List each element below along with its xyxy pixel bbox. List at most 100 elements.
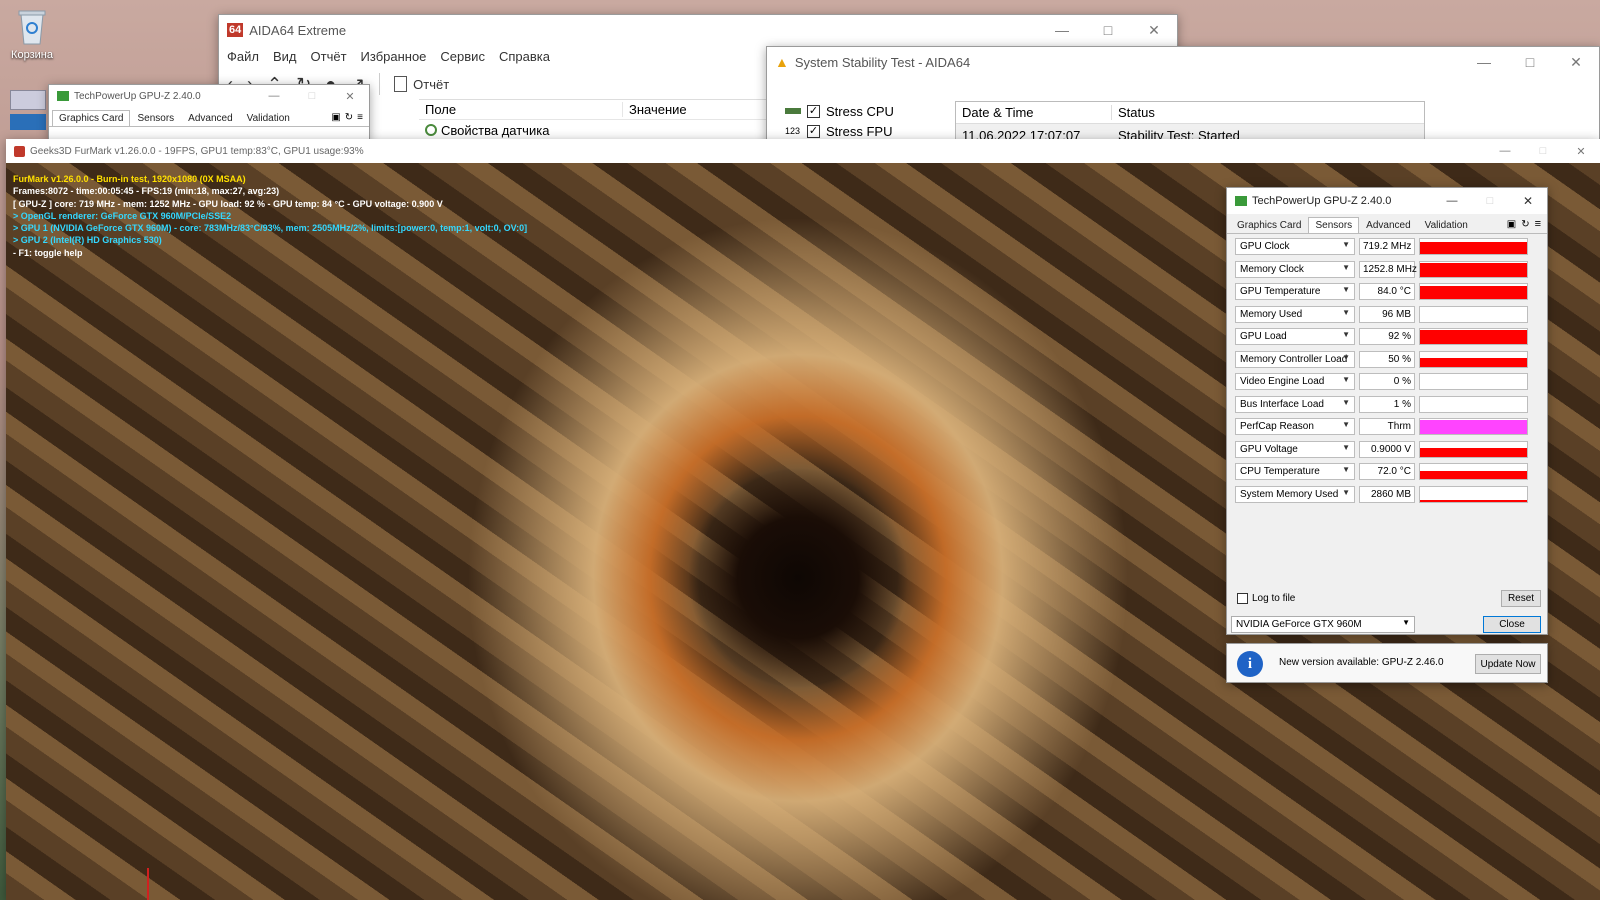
document-icon [394, 76, 408, 92]
sensor-name-select[interactable]: Video Engine Load ▼ [1235, 373, 1355, 390]
minimize-icon[interactable]: — [1433, 188, 1471, 214]
menu-icon[interactable]: ≡ [1535, 218, 1541, 230]
close-icon[interactable]: ✕ [331, 85, 369, 107]
log-to-file-option[interactable]: Log to file [1237, 593, 1295, 604]
sensor-graph-fill [1420, 357, 1527, 367]
tab-advanced[interactable]: Advanced [181, 110, 239, 126]
sensor-graph-fill [1420, 262, 1527, 277]
minimize-icon[interactable]: — [255, 85, 293, 107]
sensor-value: 719.2 MHz [1359, 238, 1415, 255]
sensor-name-select[interactable]: GPU Temperature ▼ [1235, 283, 1355, 300]
gpuz-titlebar[interactable]: TechPowerUp GPU-Z 2.40.0 — □ ✕ [1227, 188, 1547, 214]
reset-button[interactable]: Reset [1501, 590, 1541, 607]
sensor-value: 84.0 °C [1359, 283, 1415, 300]
sensor-icon [425, 124, 437, 136]
menu-favorites[interactable]: Избранное [361, 49, 427, 64]
sensor-name-select[interactable]: System Memory Used ▼ [1235, 485, 1355, 503]
sensor-name-select[interactable]: PerfCap Reason ▼ [1235, 418, 1355, 435]
sensor-name-select[interactable]: GPU Load ▼ [1235, 328, 1355, 345]
sensor-name-select[interactable]: GPU Voltage ▼ [1235, 440, 1355, 458]
menu-view[interactable]: Вид [273, 49, 297, 64]
tab-graphics-card[interactable]: Graphics Card [52, 110, 131, 126]
tab-validation[interactable]: Validation [240, 110, 297, 126]
menu-service[interactable]: Сервис [440, 49, 485, 64]
maximize-icon[interactable]: □ [1471, 188, 1509, 214]
sensor-name-select[interactable]: Memory Controller Load ▼ [1235, 350, 1355, 368]
stress-options: ✓ Stress CPU 123 ✓ Stress FPU [785, 101, 894, 141]
refresh-icon[interactable]: ↻ [1521, 219, 1529, 230]
recycle-bin-icon[interactable]: Корзина [2, 6, 62, 61]
menu-icon[interactable]: ≡ [357, 112, 363, 123]
close-icon[interactable]: ✕ [1509, 188, 1547, 214]
gpuz-tabs: Graphics Card Sensors Advanced Validatio… [1227, 214, 1547, 234]
stress-cpu-checkbox[interactable]: ✓ [807, 104, 820, 118]
sensor-name-select[interactable]: Memory Clock ▼ [1235, 260, 1355, 278]
sensor-name: Bus Interface Load [1240, 398, 1324, 410]
minimize-icon[interactable]: — [1039, 15, 1085, 45]
close-icon[interactable]: ✕ [1553, 47, 1599, 77]
overlay-line-1: FurMark v1.26.0.0 - Burn-in test, 1920x1… [13, 174, 246, 184]
sensor-row: Bus Interface Load ▼ 1 % [1235, 395, 1528, 414]
sensor-value: 0 % [1359, 373, 1415, 390]
overlay-line-7: - F1: toggle help [13, 247, 83, 258]
col-status-header[interactable]: Status [1112, 105, 1155, 120]
col-datetime-header[interactable]: Date & Time [956, 105, 1112, 120]
gpuz-logo-icon [1235, 196, 1247, 206]
sensor-name-select[interactable]: Memory Used ▼ [1235, 305, 1355, 323]
sensor-row: PerfCap Reason ▼ Thrm [1235, 418, 1528, 436]
tab-graphics-card[interactable]: Graphics Card [1230, 217, 1308, 233]
col-field-header[interactable]: Поле [419, 102, 623, 117]
aida64-titlebar[interactable]: 64 AIDA64 Extreme — □ ✕ [219, 15, 1177, 45]
minimize-icon[interactable]: — [1461, 47, 1507, 77]
tab-sensors[interactable]: Sensors [130, 110, 181, 126]
menu-help[interactable]: Справка [499, 49, 550, 64]
furmark-titlebar[interactable]: Geeks3D FurMark v1.26.0.0 - 19FPS, GPU1 … [6, 139, 1600, 163]
sensor-graph [1419, 238, 1528, 255]
gpuz-small-titlebar[interactable]: TechPowerUp GPU-Z 2.40.0 — □ ✕ [49, 85, 369, 107]
sensor-graph [1419, 485, 1528, 503]
stability-titlebar[interactable]: ▲ System Stability Test - AIDA64 — □ ✕ [767, 47, 1599, 77]
desktop-icon-partial-2[interactable] [10, 114, 46, 130]
sensor-name: Video Engine Load [1240, 376, 1325, 387]
desktop-icon-partial[interactable] [10, 90, 46, 110]
maximize-icon[interactable]: □ [1507, 47, 1553, 77]
device-select-value: NVIDIA GeForce GTX 960M [1236, 619, 1362, 630]
sensor-name: Memory Controller Load [1240, 353, 1348, 365]
tab-sensors[interactable]: Sensors [1308, 217, 1360, 233]
trash-icon [18, 10, 46, 45]
close-button[interactable]: Close [1483, 616, 1541, 633]
device-select[interactable]: NVIDIA GeForce GTX 960M ▼ [1231, 616, 1415, 633]
gpuz-title: TechPowerUp GPU-Z 2.40.0 [1252, 195, 1392, 207]
tab-advanced[interactable]: Advanced [1359, 217, 1417, 233]
col-value-header[interactable]: Значение [623, 102, 687, 117]
maximize-icon[interactable]: □ [293, 85, 331, 107]
chevron-down-icon: ▼ [1342, 240, 1350, 249]
sensor-name-select[interactable]: Bus Interface Load ▼ [1235, 395, 1355, 413]
chevron-down-icon: ▼ [1402, 618, 1410, 627]
minimize-icon[interactable]: — [1486, 139, 1524, 163]
camera-icon[interactable]: ▣ [1507, 219, 1516, 230]
sensor-graph [1419, 328, 1528, 345]
sensor-name: Memory Used [1240, 308, 1303, 320]
sensor-name-select[interactable]: GPU Clock ▼ [1235, 238, 1355, 255]
tab-validation[interactable]: Validation [1418, 217, 1475, 233]
close-icon[interactable]: ✕ [1131, 15, 1177, 45]
maximize-icon[interactable]: □ [1524, 139, 1562, 163]
menu-report[interactable]: Отчёт [311, 49, 347, 64]
sensor-graph [1419, 283, 1528, 300]
stress-fpu-checkbox[interactable]: ✓ [807, 124, 820, 138]
sensor-graph-fill [1420, 286, 1527, 299]
sensor-name-select[interactable]: CPU Temperature ▼ [1235, 463, 1355, 480]
maximize-icon[interactable]: □ [1085, 15, 1131, 45]
gpuz-sensors-window: TechPowerUp GPU-Z 2.40.0 — □ ✕ Graphics … [1226, 187, 1548, 635]
sensor-name: PerfCap Reason [1240, 421, 1314, 432]
sensor-row: GPU Temperature ▼ 84.0 °C [1235, 283, 1528, 301]
update-now-button[interactable]: Update Now [1475, 654, 1541, 674]
close-icon[interactable]: ✕ [1562, 139, 1600, 163]
camera-icon[interactable]: ▣ [331, 112, 340, 123]
report-button[interactable]: Отчёт [394, 76, 449, 92]
gpuz-small-title: TechPowerUp GPU-Z 2.40.0 [74, 90, 201, 102]
menu-file[interactable]: Файл [227, 49, 259, 64]
log-to-file-checkbox[interactable] [1237, 593, 1248, 604]
refresh-icon[interactable]: ↻ [345, 112, 353, 123]
